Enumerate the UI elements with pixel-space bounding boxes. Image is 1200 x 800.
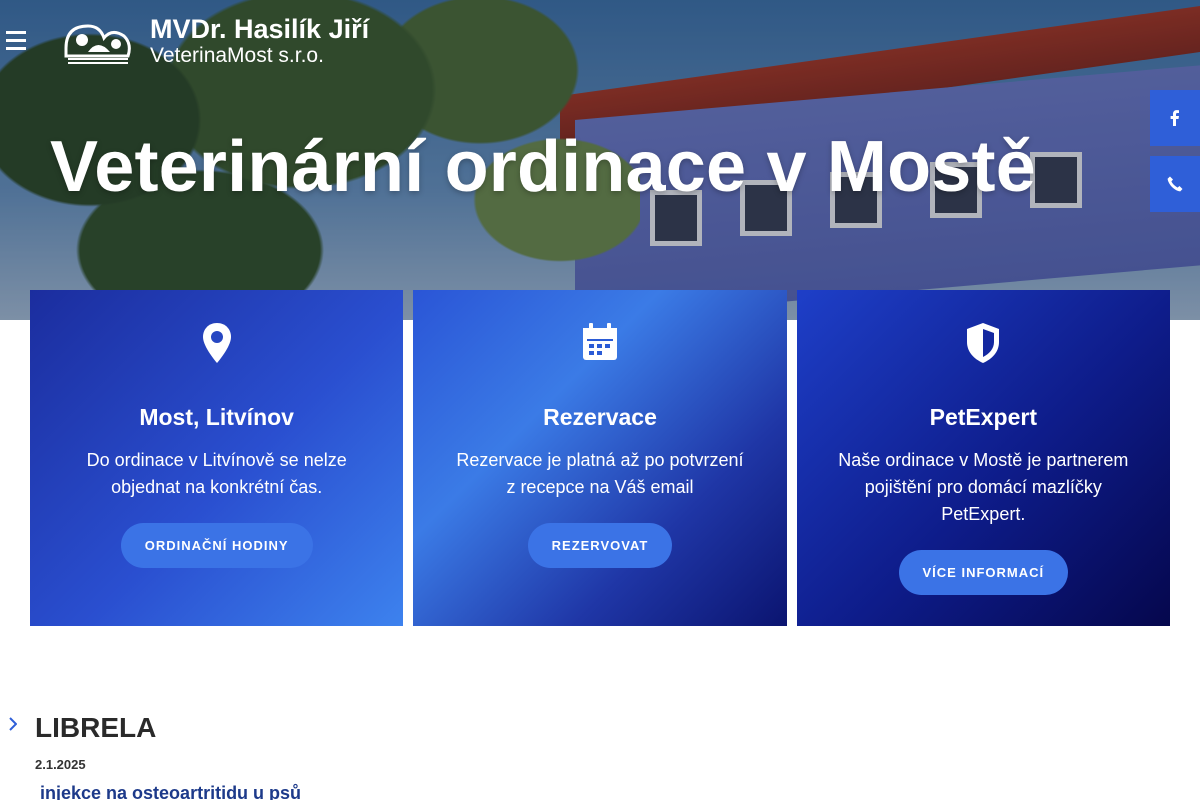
card-title: Most, Litvínov	[139, 404, 294, 430]
hamburger-icon[interactable]	[6, 22, 28, 58]
card-text: Do ordinace v Litvínově se nelze objedna…	[86, 450, 347, 497]
map-marker-icon	[202, 323, 231, 363]
feature-cards: Most, Litvínov Do ordinace v Litvínově s…	[30, 290, 1170, 626]
card-location: Most, Litvínov Do ordinace v Litvínově s…	[30, 290, 404, 626]
card-title: Rezervace	[543, 404, 657, 430]
card-text: Naše ordinace v Mostě je partnerem pojiš…	[838, 450, 1129, 524]
news-link[interactable]: injekce na osteoartritidu u psů	[40, 783, 301, 800]
phone-icon	[1167, 176, 1183, 192]
card-reservation: Rezervace Rezervace je platná až po potv…	[413, 290, 787, 626]
hero-title: Veterinární ordinace v Mostě	[50, 127, 1036, 207]
news-title: LIBRELA	[35, 712, 157, 743]
logo[interactable]	[60, 18, 136, 68]
phone-button[interactable]	[1150, 156, 1200, 212]
card-title: PetExpert	[929, 404, 1037, 430]
card-petexpert: PetExpert Naše ordinace v Mostě je partn…	[796, 290, 1170, 626]
facebook-button[interactable]	[1150, 90, 1200, 146]
shield-icon	[967, 323, 1000, 363]
opening-hours-button[interactable]: ORDINAČNÍ HODINY	[120, 523, 313, 568]
reserve-button[interactable]: REZERVOVAT	[527, 523, 673, 568]
brand-name[interactable]: MVDr. Hasilík Jiří	[150, 14, 369, 45]
hero-banner: MVDr. Hasilík Jiří VeterinaMost s.r.o. V…	[0, 0, 1200, 320]
brand-subtitle: VeterinaMost s.r.o.	[150, 44, 324, 67]
facebook-icon	[1170, 110, 1179, 126]
news-date: 2.1.2025	[35, 757, 86, 772]
calendar-icon	[582, 323, 617, 360]
more-info-button[interactable]: VÍCE INFORMACÍ	[898, 550, 1069, 595]
chevron-right-icon	[9, 717, 17, 731]
card-text: Rezervace je platná až po potvrzení z re…	[456, 450, 744, 497]
